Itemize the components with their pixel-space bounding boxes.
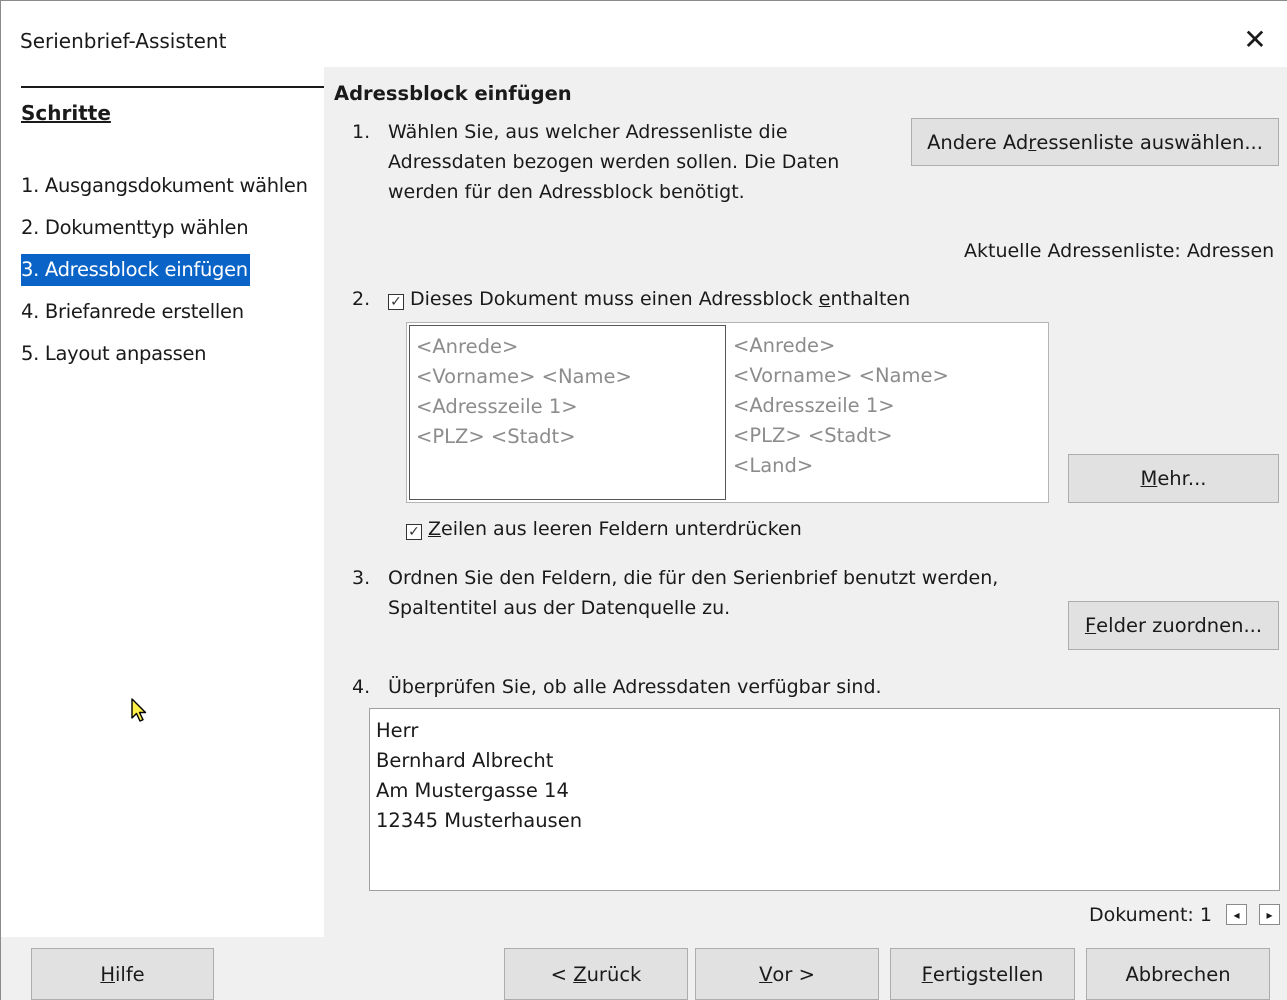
step2-number: 2. (352, 288, 371, 310)
mouse-pointer-icon (131, 698, 147, 722)
help-button[interactable]: Hilfe (31, 948, 214, 1000)
next-button[interactable]: Vor > (695, 948, 879, 1000)
button-accelerator: r (1028, 130, 1037, 154)
button-accelerator: H (100, 962, 115, 986)
checkbox-accelerator: Z (428, 518, 442, 540)
button-label-part: < (550, 962, 574, 986)
step4-number: 4. (352, 676, 371, 698)
more-button[interactable]: Mehr... (1068, 454, 1279, 503)
checkbox-label-part: Dieses Dokument muss einen Adressblock (410, 288, 819, 310)
block-line: <Anrede> (416, 335, 519, 358)
address-block-option-2[interactable]: <Anrede> <Vorname> <Name> <Adresszeile 1… (727, 325, 1047, 500)
button-label-part: ehr... (1157, 467, 1207, 490)
preview-line: Herr (376, 719, 419, 742)
step-item-2[interactable]: 2. Dokumenttyp wählen (21, 212, 250, 244)
sidebar-heading: Schritte (21, 101, 111, 125)
previous-document-icon[interactable]: ◂ (1226, 904, 1247, 925)
button-label-part: ilfe (114, 962, 145, 986)
address-block-checkbox[interactable]: ✓ Dieses Dokument muss einen Adressblock … (388, 288, 910, 310)
address-block-option-1[interactable]: <Anrede> <Vorname> <Name> <Adresszeile 1… (409, 325, 726, 500)
preview-line: Bernhard Albrecht (376, 749, 554, 772)
block-line: <PLZ> <Stadt> (416, 425, 576, 448)
block-line: <Anrede> (733, 334, 836, 357)
step1-description: Wählen Sie, aus welcher Adressenliste di… (388, 121, 840, 203)
step4-description: Überprüfen Sie, ob alle Adressdaten verf… (388, 676, 882, 698)
step-item-1[interactable]: 1. Ausgangsdokument wählen (21, 170, 310, 202)
title-bar: Serienbrief-Assistent ✕ (1, 1, 1287, 67)
button-label-part: Andere Ad (927, 130, 1029, 154)
block-line: <Adresszeile 1> (416, 395, 578, 418)
button-accelerator: V (759, 962, 773, 986)
button-accelerator: Z (573, 962, 587, 986)
section-title: Adressblock einfügen (334, 82, 572, 105)
cancel-button[interactable]: Abbrechen (1086, 948, 1270, 1000)
back-button[interactable]: < Zurück (504, 948, 688, 1000)
address-preview: Herr Bernhard Albrecht Am Mustergasse 14… (369, 708, 1280, 891)
button-accelerator: F (921, 962, 933, 986)
address-block-selector[interactable]: <Anrede> <Vorname> <Name> <Adresszeile 1… (406, 322, 1049, 503)
checkbox-checked-icon[interactable]: ✓ (388, 294, 404, 310)
document-counter: Dokument: 1 (1089, 904, 1212, 926)
step-item-5[interactable]: 5. Layout anpassen (21, 338, 208, 370)
checkbox-accelerator: e (818, 288, 831, 310)
mail-merge-dialog: Serienbrief-Assistent ✕ Schritte 1. Ausg… (0, 0, 1287, 1000)
button-label-part: ertigstellen (932, 962, 1044, 986)
step-item-4[interactable]: 4. Briefanrede erstellen (21, 296, 246, 328)
step3-description-line1: Ordnen Sie den Feldern, die für den Seri… (388, 567, 999, 589)
button-accelerator: M (1140, 467, 1158, 490)
match-fields-button[interactable]: Felder zuordnen... (1068, 601, 1279, 650)
suppress-empty-fields-checkbox[interactable]: ✓ Zeilen aus leeren Feldern unterdrücken (406, 518, 802, 540)
sidebar-divider (21, 86, 324, 88)
button-label-part: essenliste auswählen... (1036, 130, 1263, 154)
button-label-part: or > (772, 962, 815, 986)
finish-button[interactable]: Fertigstellen (890, 948, 1075, 1000)
next-document-icon[interactable]: ▸ (1259, 904, 1280, 925)
select-address-list-button[interactable]: Andere Ad r essenliste auswählen... (911, 118, 1279, 166)
current-address-list: Aktuelle Adressenliste: Adressen (964, 240, 1275, 262)
block-line: <PLZ> <Stadt> (733, 424, 893, 447)
block-line: <Vorname> <Name> (733, 364, 949, 387)
block-line: <Vorname> <Name> (416, 365, 632, 388)
block-line: <Adresszeile 1> (733, 394, 895, 417)
step3-description-line2: Spaltentitel aus der Datenquelle zu. (388, 597, 731, 619)
step1-number: 1. (352, 121, 371, 143)
button-accelerator: F (1084, 614, 1097, 637)
preview-line: 12345 Musterhausen (376, 809, 583, 832)
button-label-part: urück (586, 962, 642, 986)
checkbox-label-part: nthalten (830, 288, 911, 310)
button-label-part: elder zuordnen... (1096, 614, 1263, 637)
preview-line: Am Mustergasse 14 (376, 779, 569, 802)
close-icon[interactable]: ✕ (1231, 15, 1279, 63)
step3-number: 3. (352, 567, 371, 589)
checkbox-checked-icon[interactable]: ✓ (406, 524, 422, 540)
block-line: <Land> (733, 454, 814, 477)
checkbox-label-part: eilen aus leeren Feldern unterdrücken (441, 518, 802, 540)
step-item-3[interactable]: 3. Adressblock einfügen (21, 254, 250, 286)
window-title: Serienbrief-Assistent (20, 29, 227, 53)
